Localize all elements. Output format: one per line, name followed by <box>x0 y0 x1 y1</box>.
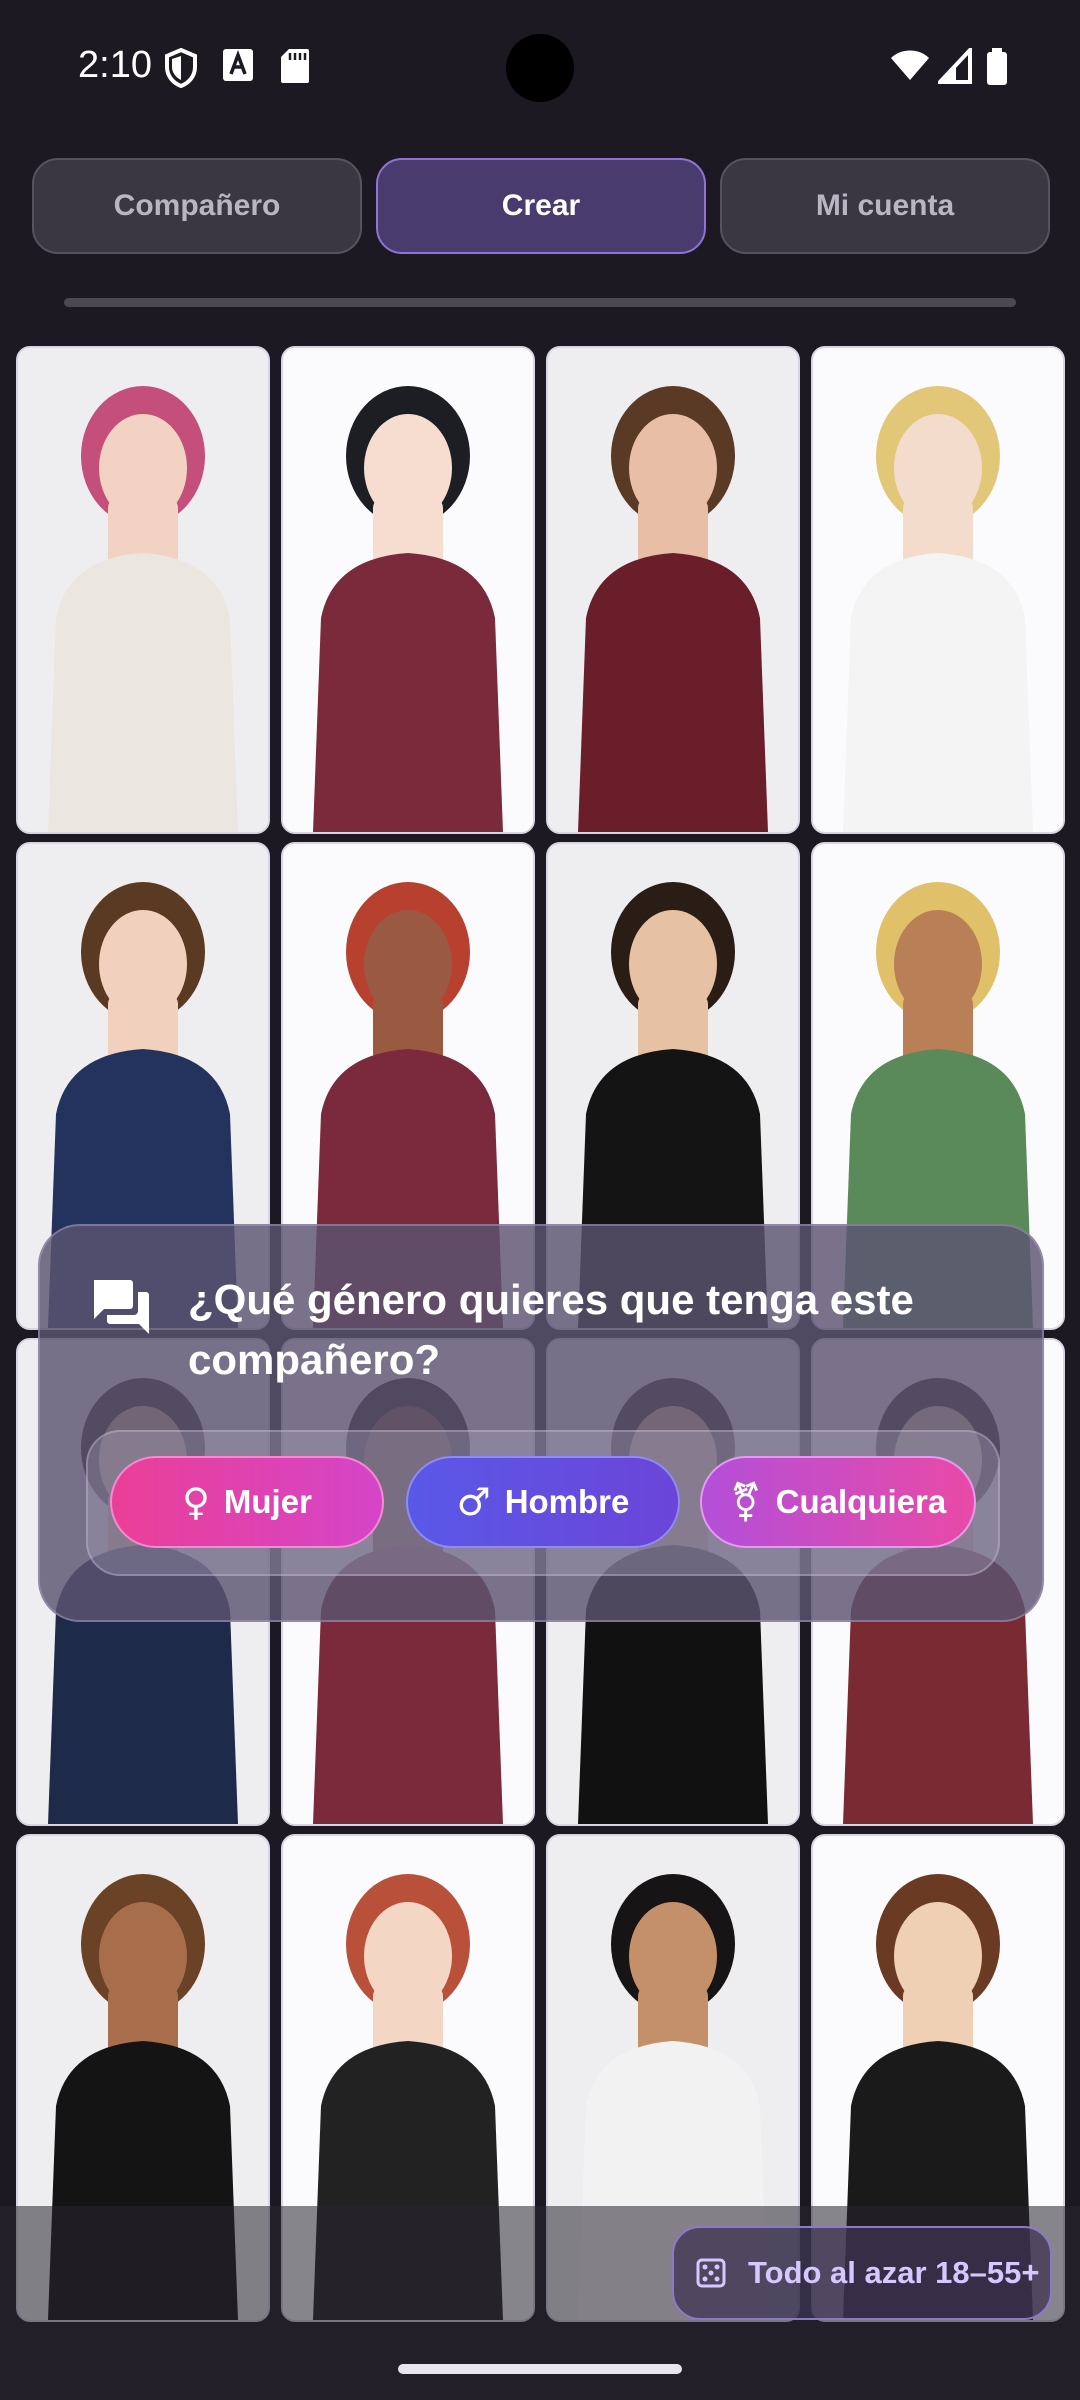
dialog-question: ¿Qué género quieres que tenga este compa… <box>188 1276 914 1383</box>
wifi-icon <box>891 50 929 80</box>
transgender-symbol-icon: ⚧ <box>729 1480 762 1524</box>
companion-portrait <box>283 348 533 832</box>
companion-portrait <box>548 348 798 832</box>
random-all-label: Todo al azar 18–55+ <box>748 2255 1040 2290</box>
gender-options: ♀ Mujer ♂ Hombre ⚧ Cualquiera <box>86 1430 1000 1576</box>
companion-portrait <box>813 348 1063 832</box>
tab-bar: Compañero Crear Mi cuenta <box>32 158 1050 254</box>
companion-card-anime[interactable] <box>811 346 1065 834</box>
companion-card-photo[interactable] <box>16 346 270 834</box>
companion-portrait <box>18 348 268 832</box>
gender-dialog: ¿Qué género quieres que tenga este compa… <box>38 1224 1044 1622</box>
front-camera <box>506 34 574 102</box>
option-label: Mujer <box>223 1483 312 1520</box>
sd-card-icon <box>281 49 309 83</box>
female-symbol-icon: ♀ <box>182 1480 210 1524</box>
tab-mi-cuenta[interactable]: Mi cuenta <box>720 158 1050 254</box>
chat-bubbles-icon <box>94 1280 149 1334</box>
option-label: Cualquiera <box>775 1483 947 1520</box>
vpn-shield-icon <box>165 48 197 88</box>
male-symbol-icon: ♂ <box>456 1480 491 1524</box>
battery-icon <box>987 48 1007 85</box>
tab-crear[interactable]: Crear <box>376 158 706 254</box>
option-mujer-button[interactable]: ♀ Mujer <box>110 1456 384 1548</box>
home-indicator[interactable] <box>398 2364 682 2374</box>
font-a-icon <box>223 49 253 81</box>
option-hombre-button[interactable]: ♂ Hombre <box>406 1456 680 1548</box>
dice-icon <box>696 2258 726 2288</box>
random-all-button[interactable]: Todo al azar 18–55+ <box>672 2226 1052 2320</box>
tab-companero[interactable]: Compañero <box>32 158 362 254</box>
status-time: 2:10 <box>78 44 152 86</box>
option-cualquiera-button[interactable]: ⚧ Cualquiera <box>700 1456 976 1548</box>
status-bar: 2:10 <box>0 0 1080 136</box>
signal-icon <box>938 48 972 84</box>
companion-card-anime[interactable] <box>281 346 535 834</box>
option-label: Hombre <box>504 1483 630 1520</box>
companion-card-photo[interactable] <box>546 346 800 834</box>
progress-bar <box>64 298 1016 307</box>
